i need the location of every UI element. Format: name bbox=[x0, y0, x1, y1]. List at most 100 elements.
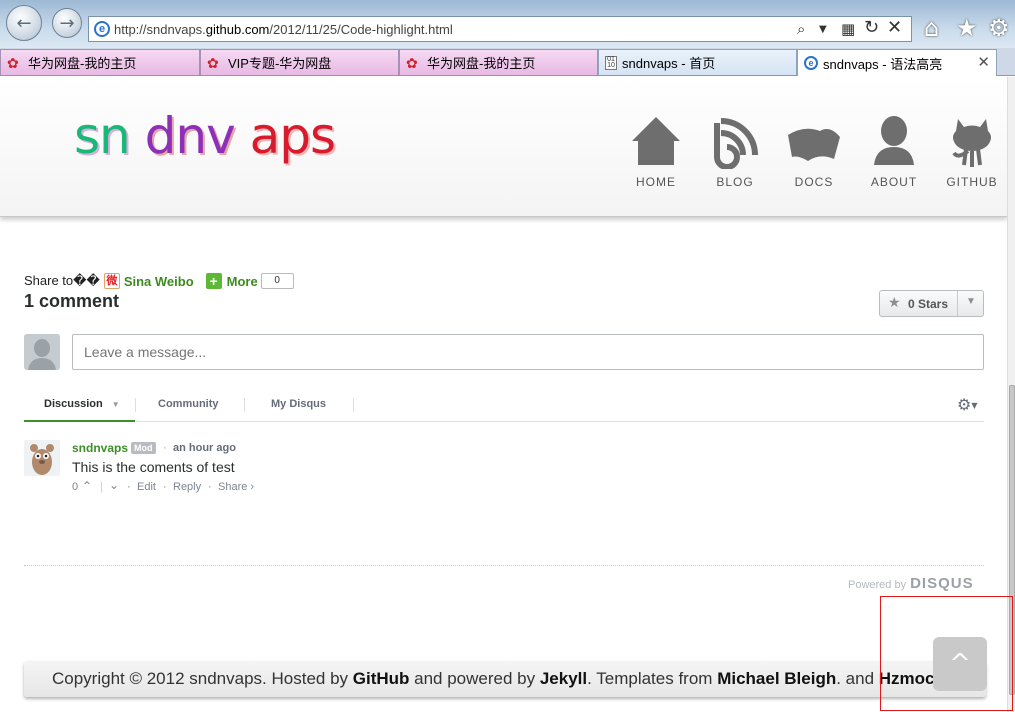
comment-input[interactable] bbox=[72, 334, 984, 370]
footer-text-1: Copyright © 2012 sndnvaps. Hosted by bbox=[52, 669, 353, 688]
close-tab-icon[interactable]: ✕ bbox=[977, 53, 990, 71]
ie-page-icon: e bbox=[94, 21, 110, 37]
separator-dot: · bbox=[163, 481, 167, 493]
browser-tab-1[interactable]: ✿ 华为网盘-我的主页 bbox=[0, 49, 200, 75]
upvote-icon[interactable]: ⌃ bbox=[82, 479, 92, 493]
share-link[interactable]: Share › bbox=[218, 481, 254, 493]
comment-count: 1 comment bbox=[24, 291, 120, 311]
browser-tab-4[interactable]: 01 10 sndnvaps - 首页 bbox=[598, 49, 797, 75]
stars-label: 0 Stars bbox=[908, 297, 949, 311]
weibo-icon: 微 bbox=[103, 273, 120, 289]
footer-text-3: . Templates from bbox=[587, 669, 718, 688]
site-logo[interactable]: sn dnv aps bbox=[74, 107, 336, 165]
address-bar[interactable]: e http://sndnvaps.github.com/2012/11/25/… bbox=[88, 16, 912, 42]
nav-github-label: GITHUB bbox=[946, 175, 998, 189]
separator-dot: · bbox=[208, 481, 212, 493]
disqus-tabs: Discussion ▼ Community My Disqus bbox=[24, 392, 984, 422]
nav-github[interactable]: GITHUB bbox=[934, 113, 1010, 189]
footer-bleigh-link[interactable]: Michael Bleigh bbox=[717, 669, 836, 688]
separator-dot: · bbox=[163, 442, 167, 454]
stop-icon[interactable]: ✕ bbox=[887, 17, 902, 38]
settings-gear-icon[interactable]: ⚙▼ bbox=[957, 395, 978, 414]
post-author-link[interactable]: sndnvaps bbox=[72, 441, 128, 455]
site-footer: Copyright © 2012 sndnvaps. Hosted by Git… bbox=[24, 661, 986, 697]
nav-docs[interactable]: DOCS bbox=[776, 113, 852, 189]
logo-part-2: dnv bbox=[144, 107, 236, 165]
page-icon: 01 10 bbox=[605, 55, 617, 70]
chevron-down-icon[interactable]: ▼ bbox=[966, 296, 976, 307]
share-more-link[interactable]: More bbox=[227, 274, 258, 289]
reply-link[interactable]: Reply bbox=[173, 481, 201, 493]
docs-icon bbox=[788, 128, 840, 161]
url-path: /2012/11/25/Code-highlight.html bbox=[269, 22, 453, 37]
footer-jekyll-link[interactable]: Jekyll bbox=[540, 669, 587, 688]
refresh-icon[interactable]: ↻ bbox=[864, 17, 879, 38]
nav-about[interactable]: ABOUT bbox=[856, 113, 932, 189]
forward-arrow-icon: → bbox=[59, 12, 75, 34]
nav-blog-label: BLOG bbox=[716, 175, 754, 189]
footer-text-4: . and bbox=[836, 669, 879, 688]
tab-community[interactable]: Community bbox=[158, 392, 219, 422]
back-button[interactable]: ← bbox=[6, 5, 42, 41]
huawei-icon: ✿ bbox=[207, 54, 219, 71]
nav-about-label: ABOUT bbox=[870, 175, 918, 189]
browser-tab-2[interactable]: ✿ VIP专题-华为网盘 bbox=[200, 49, 399, 75]
separator-dot: · bbox=[127, 481, 131, 493]
powered-by-disqus[interactable]: Powered by DISQUS bbox=[848, 575, 974, 592]
tab-divider bbox=[135, 398, 136, 412]
powered-by-label: Powered by bbox=[848, 579, 907, 591]
share-count-badge: 0 bbox=[260, 273, 294, 289]
share-bar: Share to�� 微 Sina Weibo + More 0 bbox=[24, 272, 294, 290]
downvote-icon[interactable]: ⌄ bbox=[109, 478, 119, 492]
post-body: This is the coments of test bbox=[72, 459, 235, 475]
stars-divider bbox=[957, 291, 958, 316]
tab-my-disqus-label: My Disqus bbox=[271, 398, 327, 410]
url-host: github.com bbox=[205, 22, 270, 37]
edit-link[interactable]: Edit bbox=[137, 481, 156, 493]
plus-icon: + bbox=[205, 273, 222, 289]
post-avatar[interactable] bbox=[24, 440, 60, 476]
tools-gear-icon[interactable]: ⚙ bbox=[988, 14, 1010, 42]
forward-button[interactable]: → bbox=[52, 8, 82, 38]
user-avatar bbox=[24, 334, 60, 370]
tab-divider bbox=[244, 398, 245, 412]
favorites-star-icon[interactable]: ★ bbox=[956, 14, 978, 42]
chevron-down-icon: ▼ bbox=[111, 400, 120, 409]
home-browser-icon[interactable]: ⌂ bbox=[924, 14, 939, 42]
ie-icon: e bbox=[804, 56, 818, 70]
nav-home[interactable]: HOME bbox=[618, 113, 694, 189]
home-icon bbox=[632, 117, 680, 165]
browser-tab-3[interactable]: ✿ 华为网盘-我的主页 bbox=[399, 49, 598, 75]
compat-view-icon[interactable]: ▦ bbox=[841, 20, 855, 38]
gopher-avatar-icon bbox=[24, 440, 60, 476]
tab-my-disqus[interactable]: My Disqus bbox=[271, 392, 326, 422]
nav-docs-label: DOCS bbox=[794, 175, 834, 189]
tab-discussion[interactable]: Discussion ▼ bbox=[24, 392, 135, 422]
huawei-icon: ✿ bbox=[406, 54, 418, 71]
tab-community-label: Community bbox=[158, 398, 219, 410]
vote-count: 0 bbox=[72, 481, 79, 493]
back-arrow-icon: ← bbox=[16, 12, 32, 34]
tab-label: 华为网盘-我的主页 bbox=[28, 56, 137, 71]
search-icon[interactable]: ⌕ bbox=[797, 20, 805, 38]
huawei-icon: ✿ bbox=[7, 54, 19, 71]
address-url[interactable]: http://sndnvaps.github.com/2012/11/25/Co… bbox=[114, 22, 453, 37]
disqus-logo: DISQUS bbox=[910, 575, 974, 592]
comments-divider bbox=[24, 565, 984, 566]
nav-blog[interactable]: BLOG bbox=[697, 113, 773, 189]
rss-icon bbox=[714, 118, 758, 169]
dropdown-icon[interactable]: ▼ bbox=[819, 24, 827, 35]
post-timestamp-link[interactable]: an hour ago bbox=[173, 442, 236, 454]
person-icon bbox=[874, 116, 914, 165]
default-avatar-icon bbox=[24, 334, 60, 370]
tab-label: sndnvaps - 语法高亮 bbox=[823, 56, 943, 72]
vote-divider: | bbox=[100, 481, 103, 493]
logo-part-1: sn bbox=[74, 107, 131, 165]
footer-github-link[interactable]: GitHub bbox=[353, 669, 410, 688]
browser-tab-5-active[interactable]: e sndnvaps - 语法高亮 ✕ bbox=[797, 49, 997, 76]
footer-text-2: and powered by bbox=[409, 669, 540, 688]
tab-label: VIP专题-华为网盘 bbox=[228, 56, 332, 71]
site-header: sn dnv aps HOME BLOG DOCS ABOUT GITHUB bbox=[0, 77, 1007, 217]
stars-button[interactable]: ★ 0 Stars ▼ bbox=[879, 290, 984, 317]
share-weibo-link[interactable]: Sina Weibo bbox=[124, 274, 194, 289]
